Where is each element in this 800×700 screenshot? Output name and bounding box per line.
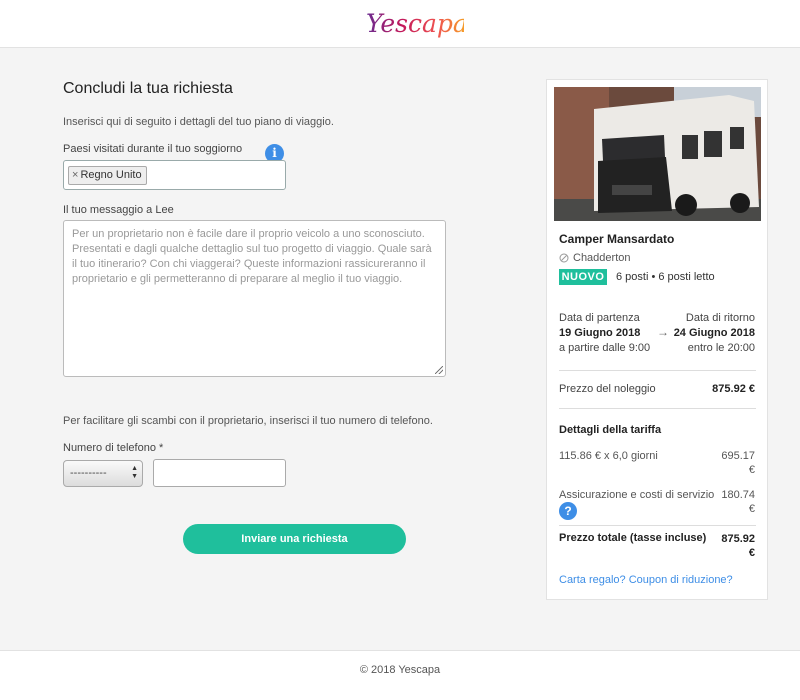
departure-time: a partire dalle 9:00 xyxy=(559,342,651,354)
send-request-button[interactable]: Inviare una richiesta xyxy=(183,524,406,554)
page-footer: © 2018 Yescapa xyxy=(0,650,800,700)
camper-photo[interactable] xyxy=(554,87,761,221)
footer-copyright: © 2018 Yescapa xyxy=(359,664,441,676)
question-icon[interactable]: ? xyxy=(559,502,577,520)
top-header: Yescapa xyxy=(0,0,800,48)
departure-label: Data di partenza xyxy=(559,312,640,324)
booking-summary-card: Camper Mansardato Chadderton NUOVO 6 pos… xyxy=(546,79,768,600)
return-time: entro le 20:00 xyxy=(687,342,755,354)
phone-note: Per facilitare gli scambi con il proprie… xyxy=(63,415,433,427)
return-date: 24 Giugno 2018 xyxy=(673,327,755,339)
page-title: Concludi la tua richiesta xyxy=(63,80,233,97)
resize-handle[interactable] xyxy=(435,366,443,374)
countries-input[interactable]: × Regno Unito xyxy=(63,160,286,190)
country-code-select[interactable]: ---------- ▲ ▼ xyxy=(63,460,143,487)
countries-label: Paesi visitati durante il tuo soggiorno xyxy=(63,143,243,155)
total-price-value: 875.92 € xyxy=(721,533,755,559)
select-arrows-icon: ▲ ▼ xyxy=(131,465,138,480)
fare-row-value: 180.74 € xyxy=(721,489,755,515)
coupon-link[interactable]: Carta regalo? Coupon di riduzione? xyxy=(559,574,733,586)
message-placeholder: Per un proprietario non è facile dare il… xyxy=(72,228,432,285)
fare-details-title: Dettagli della tariffa xyxy=(559,424,662,436)
fare-row-label: Assicurazione e costi di servizio xyxy=(559,489,715,501)
departure-date: 19 Giugno 2018 xyxy=(559,327,641,339)
divider xyxy=(559,525,756,526)
phone-number-input[interactable] xyxy=(153,459,286,487)
intro-text: Inserisci qui di seguito i dettagli del … xyxy=(63,116,334,128)
country-tag-label: Regno Unito xyxy=(80,169,142,181)
country-code-value: ---------- xyxy=(70,467,107,479)
message-textarea[interactable]: Per un proprietario non è facile dare il… xyxy=(63,220,446,377)
new-badge: NUOVO xyxy=(559,269,607,285)
rental-price-label: Prezzo del noleggio xyxy=(559,383,656,395)
camper-name: Camper Mansardato xyxy=(559,232,675,246)
remove-tag-icon[interactable]: × xyxy=(72,169,78,181)
arrow-right-icon: → xyxy=(657,325,669,339)
rental-price-value: 875.92 € xyxy=(712,383,755,395)
divider xyxy=(559,408,756,409)
capacity-text: 6 posti • 6 posti letto xyxy=(616,271,715,283)
yescapa-logo[interactable]: Yescapa xyxy=(360,4,464,44)
divider xyxy=(559,370,756,371)
country-tag[interactable]: × Regno Unito xyxy=(68,166,147,185)
fare-row-value: 695.17 € xyxy=(721,450,755,476)
message-label: Il tuo messaggio a Lee xyxy=(63,204,174,216)
phone-label: Numero di telefono * xyxy=(63,442,164,454)
total-price-label: Prezzo totale (tasse incluse) xyxy=(559,532,707,544)
fare-row-label: 115.86 € x 6,0 giorni xyxy=(559,450,658,462)
return-label: Data di ritorno xyxy=(685,312,755,324)
location-text: Chadderton xyxy=(573,252,631,264)
location-icon xyxy=(559,253,569,263)
logo-text: Yescapa xyxy=(366,9,464,38)
